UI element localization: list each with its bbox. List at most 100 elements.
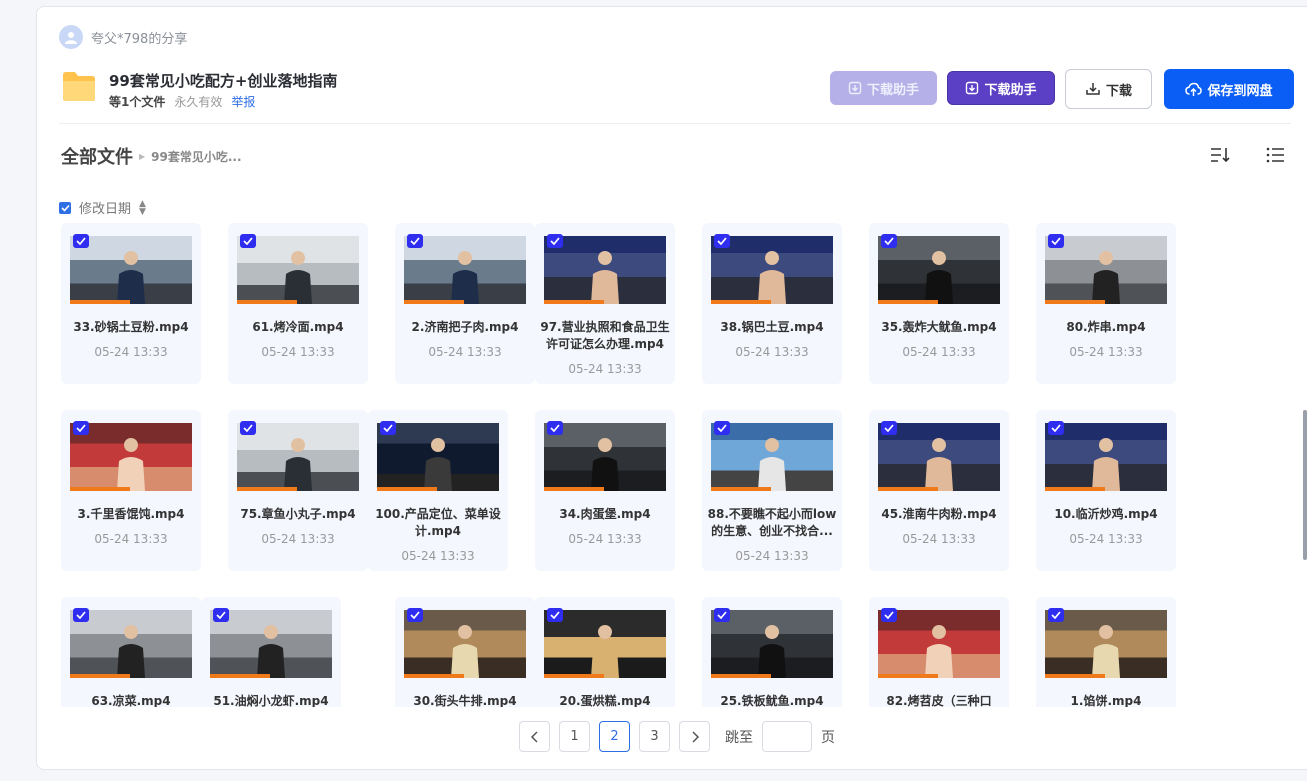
scrollbar[interactable] (1303, 410, 1307, 560)
file-checkbox[interactable] (714, 608, 730, 622)
file-date: 05-24 13:33 (401, 549, 475, 563)
file-card[interactable]: 88.不要瞧不起小而low的生意、创业不找合... 05-24 13:33 (702, 410, 842, 571)
file-checkbox[interactable] (1048, 421, 1064, 435)
file-date: 05-24 13:33 (94, 345, 168, 359)
page-3-button[interactable]: 3 (639, 721, 670, 752)
sharer-info: 夸父*798的分享 (59, 25, 187, 49)
file-date: 05-24 13:33 (568, 362, 642, 376)
file-name: 88.不要瞧不起小而low的生意、创业不找合... (707, 507, 837, 538)
file-card[interactable]: 30.街头牛排.mp4 (395, 597, 535, 707)
file-name: 51.油焖小龙虾.mp4 (213, 694, 329, 707)
download-helper-icon (966, 81, 979, 95)
file-card[interactable]: 45.淮南牛肉粉.mp4 05-24 13:33 (869, 410, 1009, 571)
file-date: 05-24 13:33 (1069, 532, 1143, 546)
file-card[interactable]: 1.馅饼.mp4 (1036, 597, 1176, 707)
file-checkbox[interactable] (881, 608, 897, 622)
file-card[interactable]: 82.烤苕皮（三种口 (869, 597, 1009, 707)
file-date: 05-24 13:33 (261, 345, 335, 359)
list-view-icon[interactable] (1265, 145, 1287, 165)
file-card[interactable]: 25.铁板鱿鱼.mp4 (702, 597, 842, 707)
column-header: 修改日期 ▲ ▼ (59, 198, 146, 217)
file-checkbox[interactable] (881, 421, 897, 435)
file-checkbox[interactable] (547, 608, 563, 622)
file-card[interactable]: 34.肉蛋堡.mp4 05-24 13:33 (535, 410, 675, 571)
avatar (59, 25, 83, 49)
breadcrumb-separator-icon: ▶ (139, 151, 146, 161)
file-name: 45.淮南牛肉粉.mp4 (881, 507, 997, 521)
file-name: 80.炸串.mp4 (1066, 320, 1146, 334)
sort-toggle-icon[interactable]: ▲ ▼ (139, 199, 146, 216)
file-card[interactable]: 35.轰炸大鱿鱼.mp4 05-24 13:33 (869, 223, 1009, 384)
file-card[interactable]: 80.炸串.mp4 05-24 13:33 (1036, 223, 1176, 384)
file-checkbox[interactable] (380, 421, 396, 435)
file-checkbox[interactable] (1048, 234, 1064, 248)
chevron-left-icon (530, 730, 538, 743)
file-name: 20.蛋烘糕.mp4 (559, 694, 651, 707)
file-name: 30.街头牛排.mp4 (413, 694, 517, 707)
select-all-checkbox[interactable] (59, 201, 71, 214)
file-card[interactable]: 20.蛋烘糕.mp4 (535, 597, 675, 707)
cloud-upload-icon (1185, 82, 1203, 96)
file-date: 05-24 13:33 (735, 345, 809, 359)
file-card[interactable]: 51.油焖小龙虾.mp4 (201, 597, 341, 707)
file-card[interactable]: 38.锅巴土豆.mp4 05-24 13:33 (702, 223, 842, 384)
file-checkbox[interactable] (213, 608, 229, 622)
file-checkbox[interactable] (714, 234, 730, 248)
share-panel: 夸父*798的分享 99套常见小吃配方+创业落地指南 等1个文件 永久有效 举报… (36, 6, 1307, 770)
file-name: 3.千里香馄饨.mp4 (77, 507, 185, 521)
pagination: 1 2 3 跳至 页 (519, 721, 835, 752)
report-link[interactable]: 举报 (231, 93, 255, 110)
file-name: 25.铁板鱿鱼.mp4 (720, 694, 824, 707)
modified-date-sort[interactable]: 修改日期 (79, 198, 131, 217)
file-checkbox[interactable] (1048, 608, 1064, 622)
jump-page-input[interactable] (762, 721, 812, 752)
folder-meta: 等1个文件 永久有效 举报 (109, 93, 255, 110)
download-button[interactable]: 下载 (1065, 69, 1152, 109)
file-date: 05-24 13:33 (1069, 345, 1143, 359)
file-name: 10.临沂炒鸡.mp4 (1054, 507, 1158, 521)
download-helper-ghost-button[interactable]: 下载助手 (830, 71, 937, 105)
file-card[interactable]: 97.营业执照和食品卫生许可证怎么办理.mp4 05-24 13:33 (535, 223, 675, 384)
file-checkbox[interactable] (73, 608, 89, 622)
file-count: 等1个文件 (109, 95, 166, 109)
file-card[interactable]: 33.砂锅土豆粉.mp4 05-24 13:33 (61, 223, 201, 384)
file-checkbox[interactable] (407, 608, 423, 622)
prev-page-button[interactable] (519, 721, 550, 752)
file-card[interactable]: 61.烤冷面.mp4 05-24 13:33 (228, 223, 368, 384)
page-2-button[interactable]: 2 (599, 721, 630, 752)
page-1-button[interactable]: 1 (559, 721, 590, 752)
divider (59, 123, 1291, 124)
file-grid: 33.砂锅土豆粉.mp4 05-24 13:33 61.烤冷面.mp4 05-24 1… (37, 223, 1307, 707)
save-to-netdisk-button[interactable]: 保存到网盘 (1164, 69, 1294, 109)
file-checkbox[interactable] (547, 234, 563, 248)
breadcrumb-current: 99套常见小吃... (151, 149, 242, 164)
download-helper-button[interactable]: 下载助手 (947, 71, 1055, 105)
file-card[interactable]: 3.千里香馄饨.mp4 05-24 13:33 (61, 410, 201, 571)
jump-label: 跳至 (725, 729, 753, 746)
file-checkbox[interactable] (240, 421, 256, 435)
file-checkbox[interactable] (73, 421, 89, 435)
file-card[interactable]: 75.章鱼小丸子.mp4 05-24 13:33 (228, 410, 368, 571)
download-icon (1086, 83, 1100, 95)
file-card[interactable]: 10.临沂炒鸡.mp4 05-24 13:33 (1036, 410, 1176, 571)
file-checkbox[interactable] (407, 234, 423, 248)
file-name: 100.产品定位、菜单设计.mp4 (375, 507, 501, 538)
file-checkbox[interactable] (547, 421, 563, 435)
breadcrumb-root[interactable]: 全部文件 (61, 143, 133, 169)
chevron-right-icon (691, 730, 699, 743)
file-card[interactable]: 100.产品定位、菜单设计.mp4 05-24 13:33 (368, 410, 508, 571)
file-checkbox[interactable] (714, 421, 730, 435)
file-date: 05-24 13:33 (568, 532, 642, 546)
file-name: 2.济南把子肉.mp4 (411, 320, 519, 334)
file-name: 63.凉菜.mp4 (91, 694, 171, 707)
file-date: 05-24 13:33 (735, 549, 809, 563)
file-card[interactable]: 2.济南把子肉.mp4 05-24 13:33 (395, 223, 535, 384)
file-card[interactable]: 63.凉菜.mp4 (61, 597, 201, 707)
sort-icon[interactable] (1209, 145, 1231, 165)
file-date: 05-24 13:33 (428, 345, 502, 359)
file-checkbox[interactable] (240, 234, 256, 248)
file-checkbox[interactable] (881, 234, 897, 248)
next-page-button[interactable] (679, 721, 710, 752)
file-name: 75.章鱼小丸子.mp4 (240, 507, 356, 521)
file-checkbox[interactable] (73, 234, 89, 248)
